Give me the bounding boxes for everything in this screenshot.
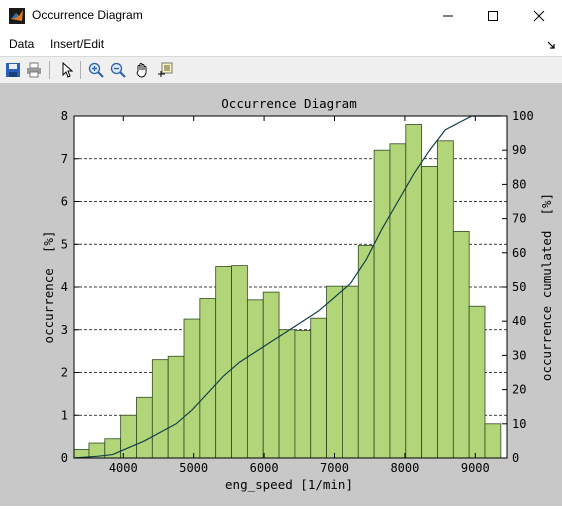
chart-title: Occurrence Diagram: [221, 96, 356, 111]
zoom-in-icon: [88, 62, 104, 78]
y2-tick-label: 40: [512, 314, 526, 328]
x-tick-label: 5000: [179, 461, 208, 475]
histogram-bar: [484, 423, 502, 459]
pointer-icon: [62, 62, 74, 78]
histogram-bar: [199, 298, 217, 459]
y-tick-label: 1: [61, 408, 68, 422]
title-bar: Occurrence Diagram: [0, 0, 562, 32]
histogram-bar: [278, 329, 296, 459]
minimize-icon: [443, 15, 453, 17]
y-tick-label: 7: [61, 152, 68, 166]
toolbar-separator: [49, 61, 50, 79]
y-tick-label: 6: [61, 195, 68, 209]
data-cursor-button[interactable]: [155, 60, 175, 80]
occurrence-chart[interactable]: Occurrence Diagram 4000 5000 6000 7000 8000 9…: [0, 84, 562, 506]
y2-tick-label: 10: [512, 417, 526, 431]
histogram-bar: [326, 285, 343, 459]
window-title: Occurrence Diagram: [32, 8, 143, 22]
zoom-in-button[interactable]: [86, 60, 106, 80]
pointer-button[interactable]: [57, 60, 77, 80]
close-button[interactable]: [516, 0, 562, 32]
histogram-bar: [120, 414, 137, 459]
y-tick-label: 0: [61, 451, 68, 465]
zoom-out-icon: [110, 62, 126, 78]
x-tick-label: 8000: [390, 461, 419, 475]
maximize-icon: [488, 11, 498, 21]
histogram-bar: [452, 231, 470, 459]
x-tick-label: 6000: [250, 461, 279, 475]
print-icon: [27, 62, 41, 78]
histogram-bar: [342, 285, 359, 459]
y2-axis-label: occurrence cumulated [%]: [539, 193, 554, 381]
y2-tick-label: 100: [512, 109, 534, 123]
y-tick-label: 4: [61, 280, 68, 294]
figure-area: Occurrence Diagram 4000 5000 6000 7000 8000 9…: [0, 84, 562, 506]
y2-tick-label: 60: [512, 246, 526, 260]
print-button[interactable]: [24, 60, 44, 80]
dock-arrow-icon[interactable]: [546, 40, 556, 50]
x-tick-label: 7000: [320, 461, 349, 475]
y2-tick-label: 70: [512, 212, 526, 226]
y-tick-label: 3: [61, 323, 68, 337]
y2-tick-label: 80: [512, 177, 526, 191]
y-tick-label: 5: [61, 237, 68, 251]
histogram-bar: [294, 330, 312, 459]
histogram-bar: [437, 140, 454, 459]
x-tick-label: 4000: [109, 461, 138, 475]
histogram-bar: [262, 291, 280, 459]
histogram-bar: [151, 359, 169, 459]
y2-tick-label: 90: [512, 143, 526, 157]
histogram-bar: [215, 266, 232, 459]
histogram-bar: [373, 149, 391, 459]
toolbar: [0, 57, 562, 84]
close-icon: [533, 10, 545, 22]
matlab-app-icon: [9, 8, 25, 24]
data-cursor-icon: [158, 62, 173, 77]
histogram-bar: [421, 166, 438, 459]
histogram-bar: [167, 355, 185, 459]
y2-tick-label: 20: [512, 383, 526, 397]
zoom-out-button[interactable]: [108, 60, 128, 80]
histogram-bar: [357, 245, 375, 459]
y2-tick-label: 0: [512, 451, 519, 465]
pan-button[interactable]: [132, 60, 152, 80]
histogram-bar: [183, 318, 201, 459]
x-axis-label: eng_speed [1/min]: [225, 477, 353, 492]
pan-icon: [136, 63, 147, 78]
save-icon: [6, 63, 20, 77]
menu-bar: Data Insert/Edit: [0, 32, 562, 57]
maximize-button[interactable]: [470, 0, 516, 32]
x-tick-label: 9000: [461, 461, 490, 475]
y-tick-label: 2: [61, 366, 68, 380]
minimize-button[interactable]: [425, 0, 471, 32]
histogram-bar: [468, 305, 486, 459]
histogram-bar: [310, 317, 327, 459]
y-axis-label: occurrence [%]: [41, 231, 56, 344]
toolbar-separator: [80, 61, 81, 79]
save-button[interactable]: [3, 60, 23, 80]
histogram-bar: [136, 396, 153, 459]
menu-data[interactable]: Data: [9, 37, 34, 51]
histogram-bar: [246, 299, 264, 459]
y-tick-label: 8: [61, 109, 68, 123]
y2-tick-label: 30: [512, 348, 526, 362]
y2-tick-label: 50: [512, 280, 526, 294]
menu-insert-edit[interactable]: Insert/Edit: [50, 37, 104, 51]
